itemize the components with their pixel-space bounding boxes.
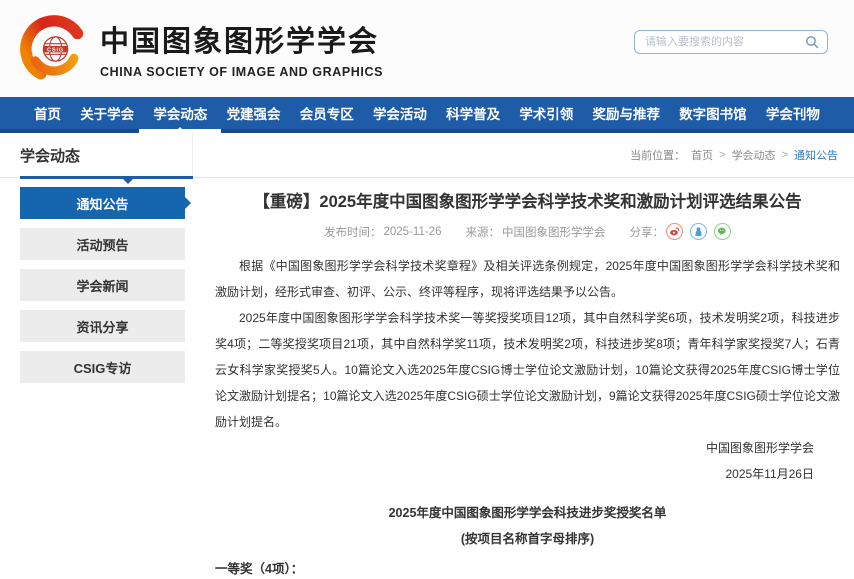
page: CSIG 中国图象图形学学会 CHINA SOCIETY OF IMAGE AN… [0,0,854,579]
section-title-underline [20,176,193,179]
paragraph: 根据《中国图象图形学学会科学技术奖章程》及相关评选条例规定，2025年度中国图象… [215,253,840,305]
weibo-share-icon[interactable] [666,223,683,240]
publish-time-value: 2025-11-26 [384,226,442,238]
signature: 中国图象图形学学会 [215,435,840,461]
nav-item-science[interactable]: 科学普及 [442,97,504,129]
breadcrumb-separator: > [782,149,788,161]
breadcrumb-separator: > [719,149,725,161]
site-header: CSIG 中国图象图形学学会 CHINA SOCIETY OF IMAGE AN… [0,0,854,97]
source-value: 中国图象图形学学会 [502,224,606,240]
article-title: 【重磅】2025年度中国图象图形学学会科学技术奖和激励计划评选结果公告 [215,191,840,213]
nav-item-home[interactable]: 首页 [30,97,65,129]
breadcrumb: 当前位置： 首页 > 学会动态 > 通知公告 [630,147,838,163]
award-list-title: 2025年度中国图象图形学学会科技进步奖授奖名单 [215,500,840,526]
brand-block: 中国图象图形学学会 CHINA SOCIETY OF IMAGE AND GRA… [100,18,383,79]
nav-item-about[interactable]: 关于学会 [76,97,138,129]
breadcrumb-news[interactable]: 学会动态 [732,147,776,163]
search-input[interactable] [645,36,805,48]
nav-item-library[interactable]: 数字图书馆 [675,97,751,129]
site-title: 中国图象图形学学会 [100,18,383,60]
svg-text:CSIG: CSIG [47,47,64,53]
nav-item-academic[interactable]: 学术引领 [515,97,577,129]
sidebar-item-csig-interview[interactable]: CSIG专访 [20,351,185,383]
page-title: 学会动态 [20,145,80,166]
breadcrumb-home[interactable]: 首页 [691,147,713,163]
nav-item-awards[interactable]: 奖励与推荐 [589,97,665,129]
source-label: 来源： [465,224,500,240]
share-icons [666,223,731,240]
article: 【重磅】2025年度中国图象图形学学会科学技术奖和激励计划评选结果公告 发布时间… [185,187,840,579]
search-box[interactable] [634,30,828,54]
nav-item-activities[interactable]: 学会活动 [369,97,431,129]
share-label: 分享： [629,224,664,240]
search-icon[interactable] [805,35,819,49]
signature-date: 2025年11月26日 [215,461,840,487]
breadcrumb-current[interactable]: 通知公告 [794,147,838,163]
nav-item-party[interactable]: 党建强会 [223,97,285,129]
source: 来源： 中国图象图形学学会 [465,224,605,240]
publish-time: 发布时间： 2025-11-26 [324,224,441,240]
article-meta: 发布时间： 2025-11-26 来源： 中国图象图形学学会 分享： [215,223,840,240]
qq-share-icon[interactable] [690,223,707,240]
section-strip: 学会动态 当前位置： 首页 > 学会动态 > 通知公告 [0,133,854,178]
nav-item-journals[interactable]: 学会刊物 [762,97,824,129]
article-body: 根据《中国图象图形学学会科学技术奖章程》及相关评选条例规定，2025年度中国图象… [215,253,840,435]
wechat-share-icon[interactable] [714,223,731,240]
share-group: 分享： [629,223,731,240]
sidebar-item-previews[interactable]: 活动预告 [20,228,185,260]
sidebar-item-notices[interactable]: 通知公告 [20,187,185,219]
award-level-heading: 一等奖（4项）： [215,557,840,579]
award-list-subtitle: (按项目名称首字母排序) [215,526,840,552]
sidebar: 通知公告 活动预告 学会新闻 资讯分享 CSIG专访 [20,187,185,579]
sidebar-item-info-share[interactable]: 资讯分享 [20,310,185,342]
content-area: 通知公告 活动预告 学会新闻 资讯分享 CSIG专访 【重磅】2025年度中国图… [0,178,854,579]
publish-time-label: 发布时间： [324,224,382,240]
section-title-block: 学会动态 [20,133,193,177]
site-subtitle: CHINA SOCIETY OF IMAGE AND GRAPHICS [100,65,383,79]
paragraph: 2025年度中国图象图形学学会科学技术奖一等奖授奖项目12项，其中自然科学奖6项… [215,305,840,435]
breadcrumb-label: 当前位置： [630,147,685,163]
nav-item-news[interactable]: 学会动态 [149,97,211,129]
csig-logo-icon: CSIG [16,11,92,87]
sidebar-item-society-news[interactable]: 学会新闻 [20,269,185,301]
nav-item-members[interactable]: 会员专区 [296,97,358,129]
main-nav: 首页 关于学会 学会动态 党建强会 会员专区 学会活动 科学普及 学术引领 奖励… [0,97,854,133]
